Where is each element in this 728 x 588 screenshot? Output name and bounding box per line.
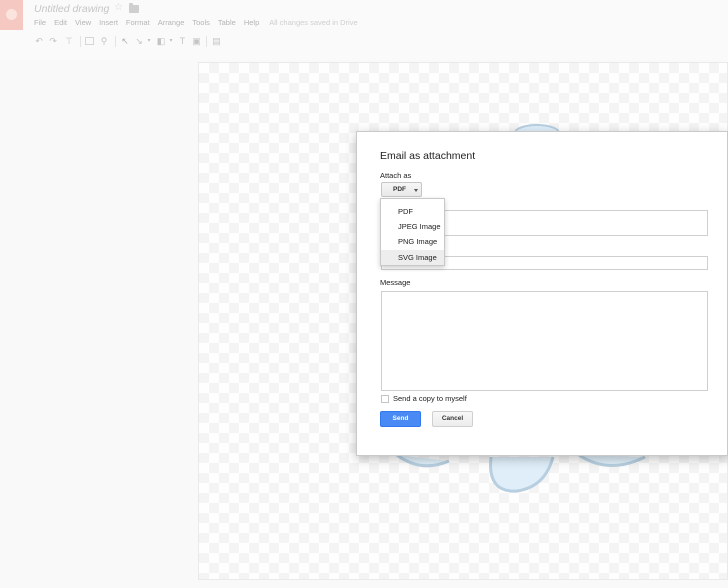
redo-icon[interactable]: ↷ [48, 34, 58, 48]
drawings-logo-icon[interactable] [0, 0, 23, 30]
attach-as-label: Attach as [380, 171, 412, 180]
menu-help[interactable]: Help [244, 18, 259, 27]
menu-arrange[interactable]: Arrange [158, 18, 185, 27]
undo-icon[interactable]: ↶ [34, 34, 44, 48]
menu-insert[interactable]: Insert [99, 18, 118, 27]
email-attachment-dialog: Email as attachment Attach as PDF T S Me… [356, 131, 728, 456]
folder-icon[interactable] [129, 3, 139, 13]
paint-format-icon[interactable]: ⊤ [64, 34, 74, 48]
send-button[interactable]: Send [380, 411, 421, 427]
menu-view[interactable]: View [75, 18, 91, 27]
toolbar-separator [115, 36, 116, 47]
shape-left-lobe [396, 453, 450, 468]
star-icon[interactable]: ☆ [114, 2, 123, 13]
attach-format-value: PDF [393, 186, 406, 193]
dropdown-option-jpeg[interactable]: JPEG Image [381, 219, 444, 234]
image-icon[interactable]: ▣ [191, 34, 202, 48]
attach-format-select[interactable]: PDF [381, 182, 422, 197]
chevron-down-icon [414, 189, 418, 192]
menu-table[interactable]: Table [218, 18, 236, 27]
dropdown-option-svg[interactable]: SVG Image [381, 250, 444, 265]
save-status: All changes saved in Drive [269, 18, 358, 27]
attach-format-dropdown: PDF JPEG Image PNG Image SVG Image [380, 198, 445, 266]
document-title[interactable]: Untitled drawing [34, 3, 109, 15]
dropdown-option-pdf[interactable]: PDF [381, 204, 444, 219]
comment-icon[interactable]: ▤ [211, 34, 222, 48]
text-box-icon[interactable]: T [177, 34, 188, 48]
select-icon[interactable]: ↖ [120, 34, 130, 48]
zoom-icon[interactable]: ⚲ [99, 34, 109, 48]
line-icon[interactable]: ↘ [133, 34, 145, 48]
logo-mark [6, 9, 17, 20]
shape-icon[interactable]: ◧ [155, 34, 167, 48]
toolbar-separator [206, 36, 207, 47]
toolbar: ↶ ↷ ⊤ ⚲ ↖ ↘ ▾ ◧ ▾ T ▣ ▤ [32, 34, 232, 50]
dropdown-option-png[interactable]: PNG Image [381, 234, 444, 249]
message-label: Message [380, 278, 411, 287]
send-copy-checkbox[interactable] [381, 395, 389, 403]
line-dropdown-icon[interactable]: ▾ [146, 34, 152, 48]
menu-bar: File Edit View Insert Format Arrange Too… [34, 18, 358, 27]
menu-edit[interactable]: Edit [54, 18, 67, 27]
app-header: Untitled drawing ☆ File Edit View Insert… [0, 0, 728, 60]
message-field[interactable] [381, 291, 708, 391]
toolbar-separator [80, 36, 81, 47]
cancel-button[interactable]: Cancel [432, 411, 473, 427]
menu-tools[interactable]: Tools [192, 18, 210, 27]
shape-dropdown-icon[interactable]: ▾ [168, 34, 174, 48]
zoom-fit-icon[interactable] [85, 37, 94, 45]
shape-right-lobe [578, 453, 646, 467]
menu-file[interactable]: File [34, 18, 46, 27]
dialog-title: Email as attachment [380, 150, 476, 162]
shape-center-drop [489, 456, 555, 493]
menu-format[interactable]: Format [126, 18, 150, 27]
send-copy-label[interactable]: Send a copy to myself [393, 394, 467, 403]
